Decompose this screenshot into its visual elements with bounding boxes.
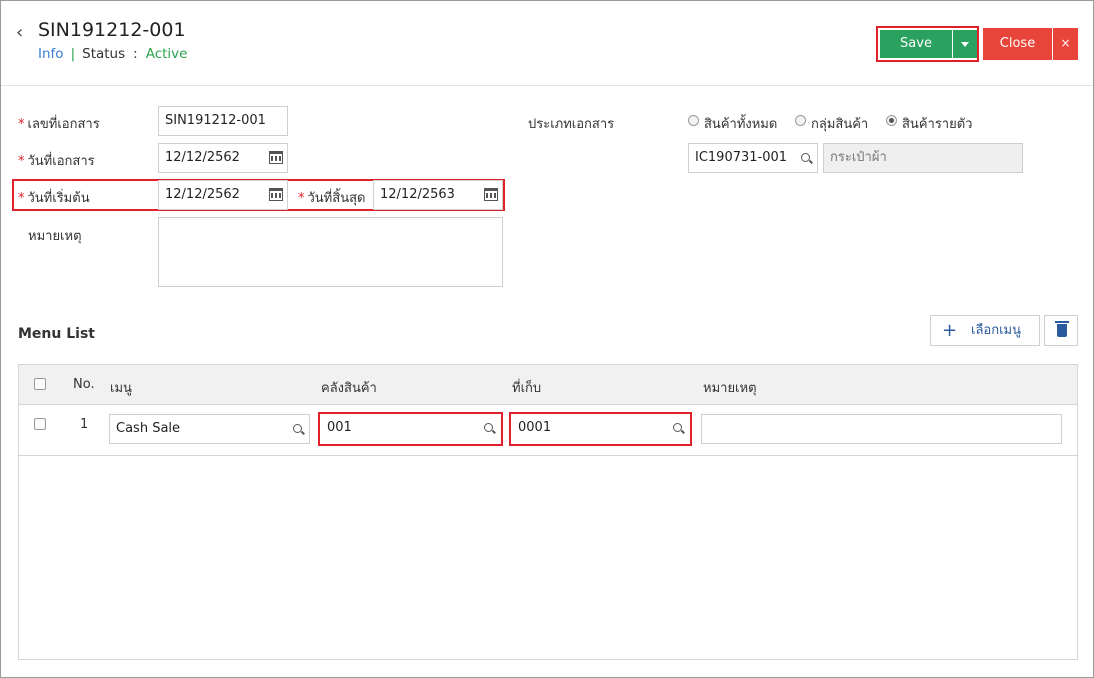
select-menu-button[interactable]: + เลือกเมนู <box>930 315 1040 346</box>
radio-individual-product[interactable] <box>886 115 897 126</box>
select-menu-label: เลือกเมนู <box>971 323 1021 338</box>
radio-all-products-label: สินค้าทั้งหมด <box>704 117 778 132</box>
delete-button[interactable] <box>1044 315 1078 346</box>
row-note-input[interactable] <box>701 414 1062 444</box>
col-no: No. <box>73 377 95 392</box>
row-location-input[interactable]: 0001 <box>512 415 689 443</box>
row-no: 1 <box>80 417 89 432</box>
col-note: หมายเหตุ <box>703 381 757 396</box>
search-icon[interactable] <box>293 424 302 433</box>
note-textarea[interactable] <box>158 217 503 287</box>
row-checkbox[interactable] <box>34 418 46 430</box>
radio-all-products[interactable] <box>688 115 699 126</box>
calendar-icon[interactable] <box>484 188 498 201</box>
status-line: Info | Status: Active <box>38 46 187 62</box>
page-title: SIN191212-001 <box>38 19 186 41</box>
save-button[interactable]: Save <box>880 30 952 58</box>
divider: | <box>70 46 76 62</box>
calendar-icon[interactable] <box>269 188 283 201</box>
save-button-group: Save <box>876 26 979 62</box>
info-link[interactable]: Info <box>38 46 64 62</box>
doc-date-label: * วันที่เอกสาร <box>18 154 95 169</box>
doc-no-input[interactable]: SIN191212-001 <box>158 106 288 136</box>
radio-product-group-label: กลุ่มสินค้า <box>811 117 869 132</box>
product-name-field: กระเป๋าผ้า <box>823 143 1023 173</box>
search-icon[interactable] <box>801 153 810 162</box>
radio-individual-product-label: สินค้ารายตัว <box>902 117 973 132</box>
save-dropdown-caret-icon[interactable] <box>953 30 977 58</box>
status-colon: : <box>133 46 138 62</box>
back-chevron-icon[interactable]: ‹ <box>16 22 23 43</box>
calendar-icon[interactable] <box>269 151 283 164</box>
select-all-checkbox[interactable] <box>34 378 46 390</box>
close-button[interactable]: Close <box>983 28 1052 60</box>
status-label: Status <box>82 46 126 62</box>
table-header: No. เมนู คลังสินค้า ที่เก็บ หมายเหตุ <box>19 365 1077 405</box>
menu-list-title: Menu List <box>18 326 95 342</box>
radio-product-group[interactable] <box>795 115 806 126</box>
start-date-input[interactable]: 12/12/2562 <box>158 180 288 210</box>
col-location: ที่เก็บ <box>512 381 542 396</box>
trash-icon <box>1055 321 1069 337</box>
row-warehouse-input[interactable]: 001 <box>321 415 500 443</box>
menu-table: No. เมนู คลังสินค้า ที่เก็บ หมายเหตุ 1 C… <box>18 364 1078 660</box>
plus-icon: + <box>942 320 958 341</box>
end-date-input[interactable]: 12/12/2563 <box>373 180 503 210</box>
header-divider <box>1 85 1093 86</box>
row-divider <box>19 455 1077 456</box>
doc-no-label: * เลขที่เอกสาร <box>18 117 100 132</box>
search-icon[interactable] <box>673 423 682 432</box>
row-menu-input[interactable]: Cash Sale <box>109 414 310 444</box>
search-icon[interactable] <box>484 423 493 432</box>
col-warehouse: คลังสินค้า <box>321 381 377 396</box>
start-date-label: * วันที่เริ่มต้น <box>18 191 90 206</box>
doc-type-label: ประเภทเอกสาร <box>528 117 615 132</box>
end-date-label: * วันที่สิ้นสุด <box>298 191 366 206</box>
close-x-icon[interactable]: × <box>1053 28 1078 60</box>
product-code-input[interactable]: IC190731-001 <box>688 143 818 173</box>
status-value: Active <box>145 46 188 62</box>
col-menu: เมนู <box>110 381 132 396</box>
note-label: หมายเหตุ <box>28 229 82 244</box>
doc-date-input[interactable]: 12/12/2562 <box>158 143 288 173</box>
